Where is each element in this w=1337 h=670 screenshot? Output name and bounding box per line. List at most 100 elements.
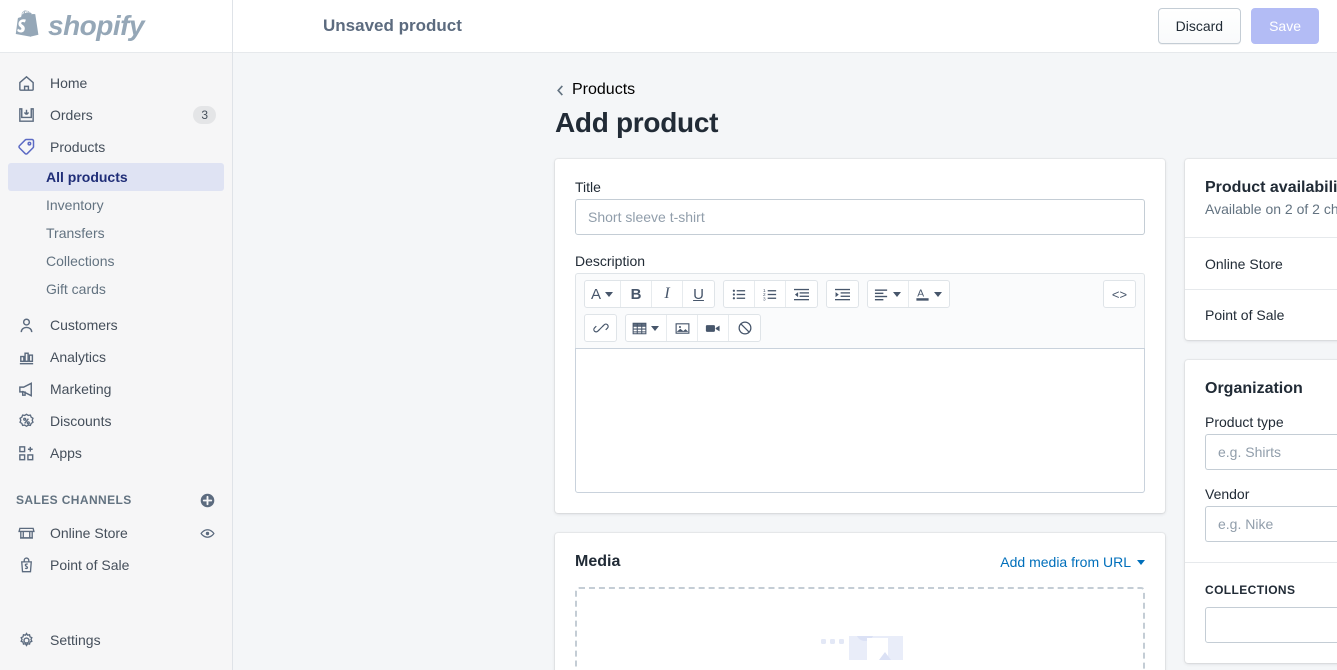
marketing-megaphone-icon [16,379,36,399]
editor-toolbar-row-1: A B I U 1 2 3 A <> [584,280,1136,308]
numbered-list-button[interactable]: 1 2 3 [755,281,787,307]
chevron-down-icon [893,291,902,297]
product-availability-card: Product availability Manage Available on… [1185,159,1337,340]
availability-channel-point-of-sale[interactable]: Point of Sale [1185,289,1337,340]
sidebar-item-all-products[interactable]: All products [8,163,224,191]
shopify-bag-icon [15,10,39,37]
shopify-logo[interactable]: shopify [14,9,145,43]
add-media-from-url-label: Add media from URL [1000,554,1131,570]
sidebar: shopify Home Orders 3 Products All produ… [0,0,233,670]
indent-button[interactable] [827,281,858,307]
main-region: Unsaved product Discard Save Products Ad… [233,0,1337,670]
sidebar-item-online-store[interactable]: Online Store [8,517,224,549]
discard-button[interactable]: Discard [1157,8,1242,44]
outdent-button[interactable] [786,281,817,307]
html-code-button[interactable]: <> [1104,281,1135,307]
insert-video-button[interactable] [698,315,729,341]
gear-icon [16,630,36,650]
eye-icon[interactable] [199,525,216,542]
channel-label: Online Store [1205,255,1283,272]
home-icon [16,73,36,93]
insert-image-button[interactable] [667,315,698,341]
save-button[interactable]: Save [1251,8,1319,44]
media-card-header: Media Add media from URL [575,553,1145,571]
breadcrumb[interactable]: Products [555,81,1337,99]
apps-icon [16,443,36,463]
title-input[interactable] [575,199,1145,235]
add-media-from-url-button[interactable]: Add media from URL [1000,554,1145,570]
sidebar-subitem-label: Inventory [46,197,104,213]
vendor-input[interactable] [1205,506,1337,542]
product-type-input[interactable] [1205,434,1337,470]
text-style-button[interactable]: A [585,281,622,307]
sidebar-item-label: Marketing [50,381,112,397]
align-button[interactable] [868,281,910,307]
vendor-label: Vendor [1205,486,1250,502]
sidebar-item-orders[interactable]: Orders 3 [8,99,224,131]
clear-formatting-button[interactable] [729,315,760,341]
sidebar-item-discounts[interactable]: Discounts [8,405,224,437]
store-icon [16,523,36,543]
sales-channels-header: Sales channels [8,485,224,515]
sidebar-item-gift-cards[interactable]: Gift cards [8,275,224,303]
sales-channels-title: Sales channels [16,493,132,507]
insert-link-button[interactable] [585,315,616,341]
description-textarea[interactable] [575,348,1145,493]
sidebar-item-label: Orders [50,107,93,123]
sidebar-item-settings[interactable]: Settings [8,624,224,656]
availability-card-header: Product availability Manage [1205,179,1337,197]
media-card: Media Add media from URL [555,533,1165,670]
sidebar-subitem-label: Transfers [46,225,105,241]
sidebar-item-transfers[interactable]: Transfers [8,219,224,247]
two-column-layout: Title Description [555,159,1337,670]
image-placeholder-icon [821,636,903,660]
insert-media-group [625,314,761,342]
sidebar-item-marketing[interactable]: Marketing [8,373,224,405]
text-color-button[interactable]: A [909,281,949,307]
underline-button[interactable]: U [683,281,714,307]
align-icon [874,288,888,300]
availability-subtitle: Available on 2 of 2 channels and apps [1205,201,1337,217]
svg-text:3: 3 [763,296,766,301]
collections-input[interactable] [1205,607,1337,643]
customers-icon [16,315,36,335]
sidebar-item-inventory[interactable]: Inventory [8,191,224,219]
sidebar-item-apps[interactable]: Apps [8,437,224,469]
sidebar-item-collections[interactable]: Collections [8,247,224,275]
bold-button[interactable]: B [621,281,653,307]
bold-icon: B [630,285,642,303]
bulleted-list-button[interactable] [724,281,756,307]
numbered-list-icon: 1 2 3 [763,288,776,301]
sidebar-subitem-label: Gift cards [46,281,106,297]
organization-card-title: Organization [1205,380,1303,397]
product-details-card: Title Description [555,159,1165,513]
availability-channel-online-store[interactable]: Online Store [1185,237,1337,289]
media-dropzone[interactable] [575,587,1145,670]
top-bar: Unsaved product Discard Save [233,0,1337,53]
primary-navigation: Home Orders 3 Products All products Inve… [0,53,232,670]
insert-table-button[interactable] [626,315,667,341]
sidebar-item-home[interactable]: Home [8,67,224,99]
page-scroll-area[interactable]: Products Add product Title Descript [233,53,1337,670]
sidebar-item-products[interactable]: Products [8,131,224,163]
video-icon [705,324,720,332]
italic-button[interactable]: I [652,281,684,307]
page-title: Add product [555,107,719,138]
settings-section: Settings [0,616,232,670]
sidebar-item-point-of-sale[interactable]: Point of Sale [8,549,224,581]
text-color-icon: A [916,288,929,301]
editor-toolbar-row-2 [584,314,1136,342]
underline-icon: U [693,285,704,303]
outdent-icon [794,288,810,300]
side-column: Product availability Manage Available on… [1185,159,1337,670]
sidebar-item-label: Settings [50,632,101,648]
description-editor: A B I U 1 2 3 A <> [575,273,1145,493]
main-column: Title Description [555,159,1165,670]
sidebar-item-customers[interactable]: Customers [8,309,224,341]
title-field-label: Title [575,179,601,195]
collections-title: Collections [1205,583,1296,597]
plus-circle-icon[interactable] [199,492,216,509]
sidebar-item-analytics[interactable]: Analytics [8,341,224,373]
breadcrumb-label: Products [572,81,636,98]
brand-logo-bar: shopify [0,0,232,53]
